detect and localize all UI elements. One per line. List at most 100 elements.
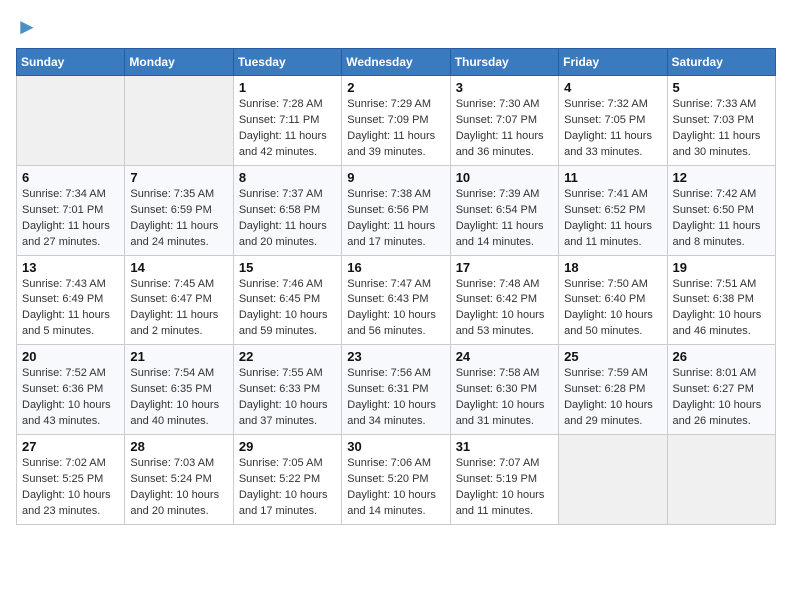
calendar-cell: 6 Sunrise: 7:34 AM Sunset: 7:01 PM Daylig… xyxy=(17,165,125,255)
calendar-cell: 20 Sunrise: 7:52 AM Sunset: 6:36 PM Dayli… xyxy=(17,345,125,435)
day-number: 26 xyxy=(673,349,770,364)
day-info: Sunrise: 7:02 AM Sunset: 5:25 PM Dayligh… xyxy=(22,456,119,520)
calendar-cell: 7Sunrise: 7:35 AM Sunset: 6:59 PM Daylig… xyxy=(125,165,233,255)
day-number: 18 xyxy=(564,260,661,275)
calendar-cell: 1 Sunrise: 7:28 AM Sunset: 7:11 PM Daylig… xyxy=(233,76,341,166)
calendar-cell xyxy=(17,76,125,166)
calendar-cell: 14 Sunrise: 7:45 AM Sunset: 6:47 PM Dayli… xyxy=(125,255,233,345)
day-number: 25 xyxy=(564,349,661,364)
day-number: 17 xyxy=(456,260,553,275)
calendar-cell: 29 Sunrise: 7:05 AM Sunset: 5:22 PM Dayli… xyxy=(233,435,341,525)
day-info: Sunrise: 7:05 AM Sunset: 5:22 PM Dayligh… xyxy=(239,456,336,520)
calendar-cell: 13 Sunrise: 7:43 AM Sunset: 6:49 PM Dayli… xyxy=(17,255,125,345)
day-number: 12 xyxy=(673,170,770,185)
weekday-header-monday: Monday xyxy=(125,49,233,76)
day-info: Sunrise: 7:52 AM Sunset: 6:36 PM Dayligh… xyxy=(22,366,119,430)
day-info: Sunrise: 7:58 AM Sunset: 6:30 PM Dayligh… xyxy=(456,366,553,430)
calendar-cell: 2Sunrise: 7:29 AM Sunset: 7:09 PM Daylig… xyxy=(342,76,450,166)
day-info: Sunrise: 7:50 AM Sunset: 6:40 PM Dayligh… xyxy=(564,277,661,341)
day-info: Sunrise: 7:03 AM Sunset: 5:24 PM Dayligh… xyxy=(130,456,227,520)
day-info: Sunrise: 7:34 AM Sunset: 7:01 PM Dayligh… xyxy=(22,187,119,251)
day-number: 6 xyxy=(22,170,119,185)
day-info: Sunrise: 7:55 AM Sunset: 6:33 PM Dayligh… xyxy=(239,366,336,430)
calendar-cell: 10Sunrise: 7:39 AM Sunset: 6:54 PM Dayli… xyxy=(450,165,558,255)
day-info: Sunrise: 7:59 AM Sunset: 6:28 PM Dayligh… xyxy=(564,366,661,430)
week-row-4: 20 Sunrise: 7:52 AM Sunset: 6:36 PM Dayli… xyxy=(17,345,776,435)
calendar-cell: 8 Sunrise: 7:37 AM Sunset: 6:58 PM Daylig… xyxy=(233,165,341,255)
day-number: 16 xyxy=(347,260,444,275)
day-number: 4 xyxy=(564,80,661,95)
day-info: Sunrise: 7:48 AM Sunset: 6:42 PM Dayligh… xyxy=(456,277,553,341)
day-info: Sunrise: 7:30 AM Sunset: 7:07 PM Dayligh… xyxy=(456,97,553,161)
calendar-cell: 22 Sunrise: 7:55 AM Sunset: 6:33 PM Dayli… xyxy=(233,345,341,435)
calendar-cell: 25 Sunrise: 7:59 AM Sunset: 6:28 PM Dayli… xyxy=(559,345,667,435)
day-number: 14 xyxy=(130,260,227,275)
day-number: 23 xyxy=(347,349,444,364)
day-info: Sunrise: 7:45 AM Sunset: 6:47 PM Dayligh… xyxy=(130,277,227,341)
calendar-cell: 3 Sunrise: 7:30 AM Sunset: 7:07 PM Daylig… xyxy=(450,76,558,166)
day-info: Sunrise: 7:37 AM Sunset: 6:58 PM Dayligh… xyxy=(239,187,336,251)
day-number: 24 xyxy=(456,349,553,364)
calendar-cell: 18 Sunrise: 7:50 AM Sunset: 6:40 PM Dayli… xyxy=(559,255,667,345)
day-number: 15 xyxy=(239,260,336,275)
day-number: 30 xyxy=(347,439,444,454)
day-number: 1 xyxy=(239,80,336,95)
calendar-cell xyxy=(667,435,775,525)
day-info: Sunrise: 8:01 AM Sunset: 6:27 PM Dayligh… xyxy=(673,366,770,430)
weekday-header-friday: Friday xyxy=(559,49,667,76)
day-info: Sunrise: 7:28 AM Sunset: 7:11 PM Dayligh… xyxy=(239,97,336,161)
day-number: 21 xyxy=(130,349,227,364)
calendar-cell: 27 Sunrise: 7:02 AM Sunset: 5:25 PM Dayli… xyxy=(17,435,125,525)
calendar-cell: 16 Sunrise: 7:47 AM Sunset: 6:43 PM Dayli… xyxy=(342,255,450,345)
day-info: Sunrise: 7:47 AM Sunset: 6:43 PM Dayligh… xyxy=(347,277,444,341)
day-info: Sunrise: 7:38 AM Sunset: 6:56 PM Dayligh… xyxy=(347,187,444,251)
calendar-cell: 17 Sunrise: 7:48 AM Sunset: 6:42 PM Dayli… xyxy=(450,255,558,345)
day-info: Sunrise: 7:29 AM Sunset: 7:09 PM Dayligh… xyxy=(347,97,444,161)
calendar-cell: 4 Sunrise: 7:32 AM Sunset: 7:05 PM Daylig… xyxy=(559,76,667,166)
calendar-table: SundayMondayTuesdayWednesdayThursdayFrid… xyxy=(16,48,776,525)
day-number: 3 xyxy=(456,80,553,95)
day-number: 27 xyxy=(22,439,119,454)
week-row-3: 13 Sunrise: 7:43 AM Sunset: 6:49 PM Dayli… xyxy=(17,255,776,345)
day-number: 10 xyxy=(456,170,553,185)
logo-text: ► xyxy=(16,16,38,38)
day-info: Sunrise: 7:42 AM Sunset: 6:50 PM Dayligh… xyxy=(673,187,770,251)
week-row-5: 27 Sunrise: 7:02 AM Sunset: 5:25 PM Dayli… xyxy=(17,435,776,525)
day-number: 22 xyxy=(239,349,336,364)
weekday-header-saturday: Saturday xyxy=(667,49,775,76)
day-number: 11 xyxy=(564,170,661,185)
calendar-cell xyxy=(125,76,233,166)
calendar-cell: 30Sunrise: 7:06 AM Sunset: 5:20 PM Dayli… xyxy=(342,435,450,525)
calendar-cell: 11 Sunrise: 7:41 AM Sunset: 6:52 PM Dayli… xyxy=(559,165,667,255)
day-number: 8 xyxy=(239,170,336,185)
day-number: 5 xyxy=(673,80,770,95)
day-info: Sunrise: 7:46 AM Sunset: 6:45 PM Dayligh… xyxy=(239,277,336,341)
day-number: 19 xyxy=(673,260,770,275)
calendar-cell: 5 Sunrise: 7:33 AM Sunset: 7:03 PM Daylig… xyxy=(667,76,775,166)
day-number: 28 xyxy=(130,439,227,454)
day-info: Sunrise: 7:51 AM Sunset: 6:38 PM Dayligh… xyxy=(673,277,770,341)
day-info: Sunrise: 7:33 AM Sunset: 7:03 PM Dayligh… xyxy=(673,97,770,161)
calendar-cell: 9Sunrise: 7:38 AM Sunset: 6:56 PM Daylig… xyxy=(342,165,450,255)
week-row-1: 1 Sunrise: 7:28 AM Sunset: 7:11 PM Daylig… xyxy=(17,76,776,166)
calendar-cell: 19 Sunrise: 7:51 AM Sunset: 6:38 PM Dayli… xyxy=(667,255,775,345)
calendar-cell: 31 Sunrise: 7:07 AM Sunset: 5:19 PM Dayli… xyxy=(450,435,558,525)
weekday-header-row: SundayMondayTuesdayWednesdayThursdayFrid… xyxy=(17,49,776,76)
day-info: Sunrise: 7:43 AM Sunset: 6:49 PM Dayligh… xyxy=(22,277,119,341)
day-number: 20 xyxy=(22,349,119,364)
day-info: Sunrise: 7:54 AM Sunset: 6:35 PM Dayligh… xyxy=(130,366,227,430)
weekday-header-wednesday: Wednesday xyxy=(342,49,450,76)
day-number: 31 xyxy=(456,439,553,454)
calendar-cell: 24 Sunrise: 7:58 AM Sunset: 6:30 PM Dayli… xyxy=(450,345,558,435)
day-number: 13 xyxy=(22,260,119,275)
calendar-cell xyxy=(559,435,667,525)
page-header: ► xyxy=(16,16,776,38)
day-number: 29 xyxy=(239,439,336,454)
calendar-cell: 15 Sunrise: 7:46 AM Sunset: 6:45 PM Dayli… xyxy=(233,255,341,345)
day-info: Sunrise: 7:07 AM Sunset: 5:19 PM Dayligh… xyxy=(456,456,553,520)
calendar-cell: 28 Sunrise: 7:03 AM Sunset: 5:24 PM Dayli… xyxy=(125,435,233,525)
day-info: Sunrise: 7:41 AM Sunset: 6:52 PM Dayligh… xyxy=(564,187,661,251)
weekday-header-sunday: Sunday xyxy=(17,49,125,76)
logo: ► xyxy=(16,16,38,38)
day-info: Sunrise: 7:32 AM Sunset: 7:05 PM Dayligh… xyxy=(564,97,661,161)
